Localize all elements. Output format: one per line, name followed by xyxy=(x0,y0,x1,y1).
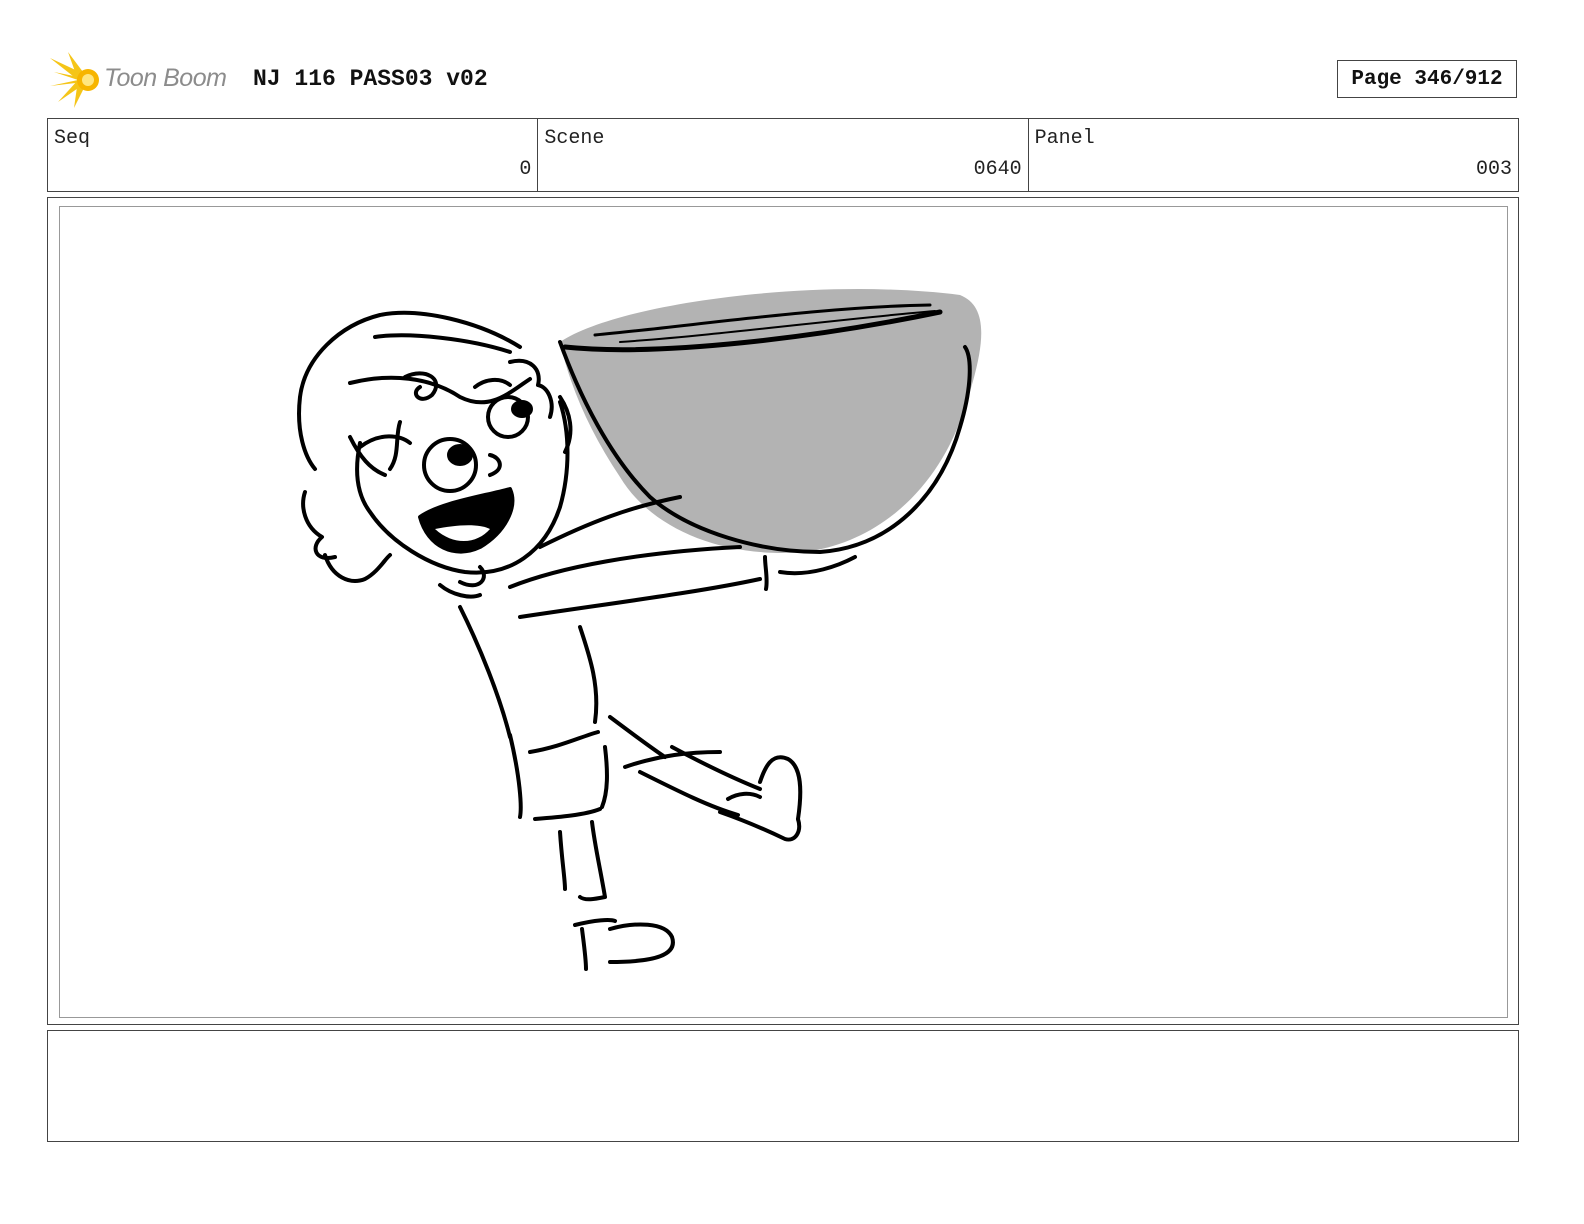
seq-cell: Seq 0 xyxy=(48,119,539,191)
seq-label: Seq xyxy=(54,127,91,150)
scene-info-row: Seq 0 Scene 0640 Panel 003 xyxy=(47,118,1519,192)
panel-notes-text xyxy=(48,1031,1518,1047)
seq-value: 0 xyxy=(519,158,532,181)
toon-boom-logo: Toon Boom xyxy=(50,50,240,110)
panel-notes-box xyxy=(47,1030,1519,1142)
character-carrying-bowl-sketch xyxy=(297,289,982,971)
storyboard-panel-frame xyxy=(47,197,1519,1025)
scene-cell: Scene 0640 xyxy=(538,119,1029,191)
panel-value: 003 xyxy=(1475,158,1512,181)
project-title: NJ 116 PASS03 v02 xyxy=(253,66,488,92)
logo-wordmark: Toon Boom xyxy=(104,64,227,92)
page-number-badge: Page 346/912 xyxy=(1337,60,1517,98)
scene-label: Scene xyxy=(544,127,605,150)
storyboard-panel-image xyxy=(59,206,1508,1018)
panel-label: Panel xyxy=(1034,127,1095,150)
panel-cell: Panel 003 xyxy=(1029,119,1518,191)
starburst-icon xyxy=(50,52,99,108)
scene-value: 0640 xyxy=(973,158,1022,181)
